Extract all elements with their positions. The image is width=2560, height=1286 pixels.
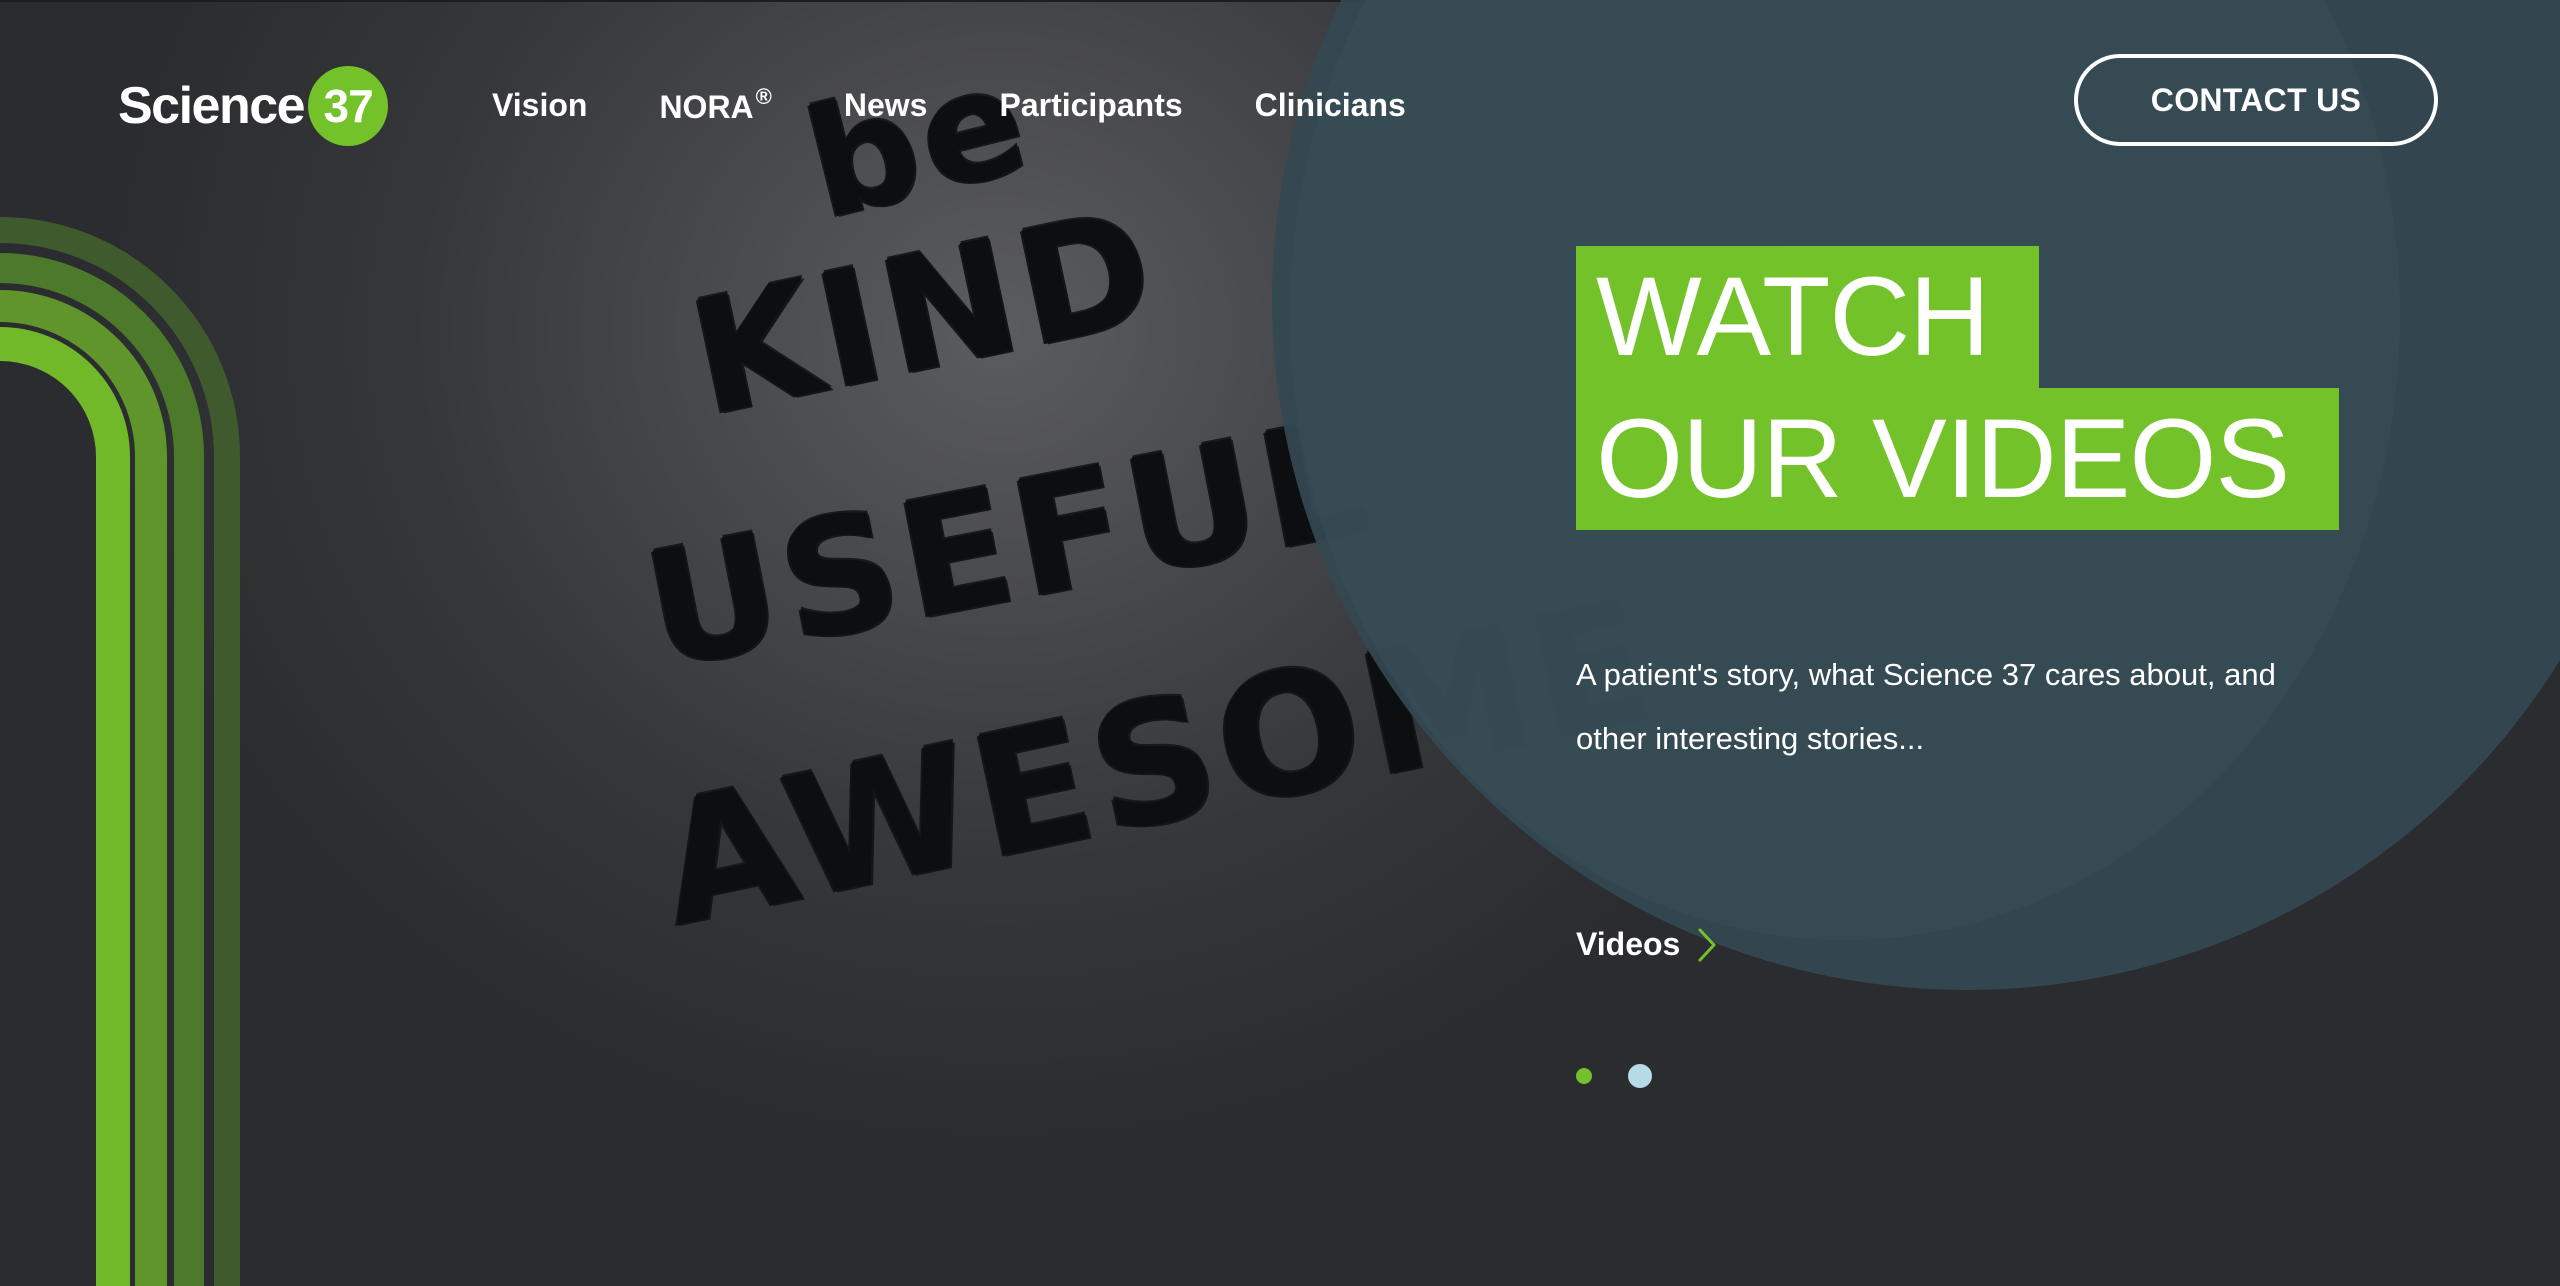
hero-section: be KIND USEFUL AWESOME Science 37 Vision… [0,0,2560,1286]
science37-logo[interactable]: Science 37 [118,66,389,146]
slide-content: WATCH OUR VIDEOS A patient's story, what… [1576,246,2476,1088]
wall-word-useful: USEFUL [632,382,1387,706]
nav-item-vision[interactable]: Vision [492,87,587,124]
slide-description: A patient's story, what Science 37 cares… [1576,657,2276,756]
nav-item-news[interactable]: News [844,87,928,124]
main-nav: Vision NORA® News Participants Clinician… [492,84,1478,126]
slide-headline: WATCH OUR VIDEOS [1576,246,2476,530]
logo-badge: 37 [308,66,389,146]
videos-link[interactable]: Videos [1576,926,1718,963]
registered-mark: ® [755,84,772,109]
site-header: Science 37 Vision NORA® News Participant… [0,0,2560,210]
headline-line-1: WATCH [1576,246,2040,388]
wall-word-kind: KIND [676,174,1174,452]
videos-link-label: Videos [1576,926,1681,962]
nav-item-label: Vision [492,86,588,123]
contact-us-button[interactable]: CONTACT US [2074,54,2438,146]
nav-item-participants[interactable]: Participants [999,87,1182,124]
carousel-dot-1[interactable] [1576,1068,1592,1084]
carousel-dot-2[interactable] [1628,1064,1652,1088]
nav-item-label: News [843,86,928,123]
chevron-right-icon [1698,928,1716,961]
nav-item-clinicians[interactable]: Clinicians [1255,87,1406,124]
nav-item-label: NORA [659,89,754,125]
nav-item-label: Participants [999,86,1183,123]
nav-item-nora[interactable]: NORA® [659,84,771,126]
headline-line-2: OUR VIDEOS [1576,388,2340,530]
carousel-pagination [1576,1064,1652,1088]
nav-item-label: Clinicians [1254,86,1406,123]
logo-wordmark: Science [118,77,306,135]
